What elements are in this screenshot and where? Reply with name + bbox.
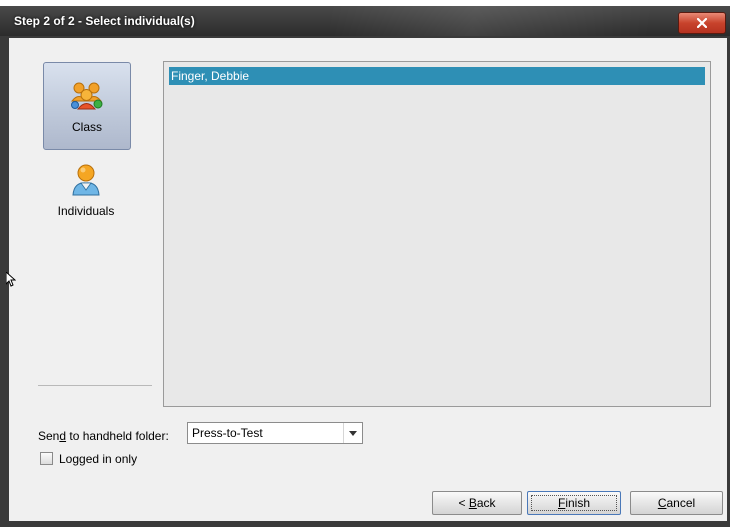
sidebar-divider: [38, 385, 152, 386]
dialog-window: Step 2 of 2 - Select individual(s) Class: [0, 6, 730, 527]
sidebar-item-label: Class: [71, 120, 102, 134]
individuals-list[interactable]: Finger, Debbie: [163, 61, 711, 407]
sidebar-item-class[interactable]: Class: [43, 62, 131, 150]
dialog-title: Step 2 of 2 - Select individual(s): [14, 14, 195, 28]
chevron-down-icon: [349, 430, 357, 436]
back-button-label: < Back: [458, 496, 496, 510]
close-button[interactable]: [678, 12, 726, 34]
class-group-icon: [70, 82, 103, 110]
handheld-folder-value: Press-to-Test: [192, 426, 263, 440]
mouse-cursor-icon: [6, 272, 16, 287]
sidebar-item-label: Individuals: [57, 204, 115, 218]
handheld-folder-select[interactable]: Press-to-Test: [187, 422, 363, 444]
sidebar-item-individuals[interactable]: Individuals: [43, 156, 129, 226]
dropdown-button[interactable]: [343, 423, 362, 443]
close-icon: [697, 18, 707, 28]
logged-in-only-label[interactable]: Logged in only: [59, 452, 137, 466]
title-bar[interactable]: Step 2 of 2 - Select individual(s): [0, 6, 730, 36]
cancel-button-label: Cancel: [657, 496, 696, 510]
list-item[interactable]: Finger, Debbie: [169, 67, 705, 85]
back-button[interactable]: < Back: [432, 491, 522, 515]
finish-button[interactable]: Finish: [527, 491, 621, 515]
finish-button-label: Finish: [557, 496, 591, 510]
handheld-folder-label: Send to handheld folder:: [38, 429, 169, 443]
logged-in-only-checkbox[interactable]: [40, 452, 53, 465]
cancel-button[interactable]: Cancel: [630, 491, 723, 515]
individual-person-icon: [72, 164, 100, 196]
dialog-content: Class Individuals Finger, Debbie Send to…: [9, 38, 727, 521]
